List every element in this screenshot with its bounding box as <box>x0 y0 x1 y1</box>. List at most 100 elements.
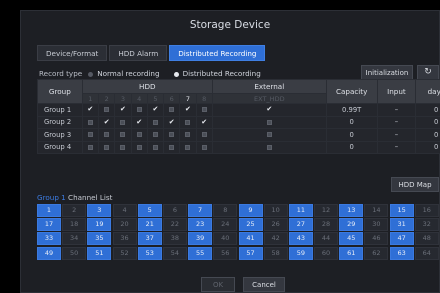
check-icon[interactable]: ✔ <box>185 106 191 113</box>
checkbox[interactable] <box>87 132 93 138</box>
channel-cell[interactable]: 8 <box>213 204 238 217</box>
channel-cell[interactable]: 20 <box>112 218 137 232</box>
channel-cell[interactable]: 51 <box>87 246 112 260</box>
hdd-cell[interactable] <box>114 128 132 142</box>
hdd-cell[interactable] <box>81 140 100 154</box>
channel-cell[interactable]: 43 <box>288 232 313 246</box>
hdd-cell[interactable] <box>179 128 197 142</box>
hdd-cell[interactable]: ✔ <box>146 103 165 117</box>
channel-cell[interactable]: 27 <box>288 218 313 232</box>
channel-cell[interactable]: 10 <box>263 204 288 217</box>
tab-distributed-recording[interactable]: Distributed Recording <box>169 45 266 61</box>
channel-cell[interactable]: 32 <box>414 218 439 232</box>
checkbox[interactable] <box>266 132 272 138</box>
checkbox[interactable] <box>104 107 110 113</box>
channel-cell[interactable]: 15 <box>389 204 414 217</box>
channel-cell[interactable]: 23 <box>188 218 213 232</box>
hdd-cell[interactable]: ✔ <box>81 103 100 117</box>
checkbox[interactable] <box>201 107 207 113</box>
external-cell[interactable] <box>211 128 327 142</box>
checkbox[interactable] <box>201 144 207 150</box>
channel-cell[interactable]: 58 <box>263 246 288 260</box>
channel-cell[interactable]: 46 <box>364 232 389 246</box>
checkbox[interactable] <box>185 119 191 125</box>
checkbox[interactable] <box>266 144 272 150</box>
hdd-cell[interactable]: ✔ <box>195 115 213 129</box>
hdd-cell[interactable] <box>114 115 132 129</box>
hdd-cell[interactable] <box>195 128 213 142</box>
channel-cell[interactable]: 30 <box>364 218 389 232</box>
hdd-cell[interactable]: ✔ <box>179 103 197 117</box>
channel-cell[interactable]: 41 <box>238 232 263 246</box>
channel-cell[interactable]: 19 <box>87 218 112 232</box>
channel-cell[interactable]: 14 <box>364 204 389 217</box>
channel-cell[interactable]: 54 <box>162 246 187 260</box>
hdd-cell[interactable] <box>146 140 165 154</box>
refresh-button[interactable]: ↻ <box>417 65 439 80</box>
hdd-cell[interactable] <box>97 103 116 117</box>
channel-cell[interactable]: 64 <box>414 246 439 260</box>
hdd-cell[interactable] <box>163 103 181 117</box>
channel-cell[interactable]: 26 <box>263 218 288 232</box>
hdd-cell[interactable] <box>81 128 100 142</box>
checkbox[interactable] <box>169 144 175 150</box>
external-cell[interactable]: ✔ <box>211 103 327 117</box>
channel-cell[interactable]: 60 <box>314 246 339 260</box>
check-icon[interactable]: ✔ <box>266 106 272 113</box>
checkbox[interactable] <box>185 144 191 150</box>
channel-cell[interactable]: 34 <box>62 232 87 246</box>
hdd-cell[interactable] <box>179 140 197 154</box>
hdd-cell[interactable] <box>130 103 148 117</box>
hdd-cell[interactable] <box>81 115 100 129</box>
checkbox[interactable] <box>87 144 93 150</box>
hdd-cell[interactable] <box>97 128 116 142</box>
channel-cell[interactable]: 2 <box>62 204 87 217</box>
channel-cell[interactable]: 47 <box>389 232 414 246</box>
hdd-cell[interactable]: ✔ <box>130 115 148 129</box>
tab-device-format[interactable]: Device/Format <box>37 45 108 61</box>
channel-cell[interactable]: 63 <box>389 246 414 260</box>
channel-cell[interactable]: 24 <box>213 218 238 232</box>
checkbox[interactable] <box>104 144 110 150</box>
channel-cell[interactable]: 48 <box>414 232 439 246</box>
channel-cell[interactable]: 56 <box>213 246 238 260</box>
channel-cell[interactable]: 37 <box>137 232 162 246</box>
hdd-cell[interactable]: ✔ <box>97 115 116 129</box>
checkbox[interactable] <box>185 132 191 138</box>
channel-cell[interactable]: 29 <box>339 218 364 232</box>
tab-hdd-alarm[interactable]: HDD Alarm <box>109 45 168 61</box>
channel-cell[interactable]: 3 <box>87 204 112 217</box>
channel-cell[interactable]: 55 <box>188 246 213 260</box>
checkbox[interactable] <box>152 132 158 138</box>
hdd-cell[interactable] <box>195 103 213 117</box>
channel-cell[interactable]: 38 <box>162 232 187 246</box>
channel-cell[interactable]: 45 <box>339 232 364 246</box>
channel-cell[interactable]: 57 <box>238 246 263 260</box>
hdd-cell[interactable] <box>163 128 181 142</box>
channel-cell[interactable]: 35 <box>87 232 112 246</box>
check-icon[interactable]: ✔ <box>201 118 207 126</box>
channel-cell[interactable]: 11 <box>288 204 313 217</box>
channel-cell[interactable]: 18 <box>62 218 87 232</box>
channel-cell[interactable]: 25 <box>238 218 263 232</box>
checkbox[interactable] <box>120 119 126 125</box>
checkbox[interactable] <box>87 119 93 125</box>
check-icon[interactable]: ✔ <box>120 106 126 113</box>
checkbox[interactable] <box>136 144 142 150</box>
hdd-cell[interactable] <box>130 128 148 142</box>
normal-recording-radio[interactable] <box>88 71 94 77</box>
channel-cell[interactable]: 39 <box>188 232 213 246</box>
checkbox[interactable] <box>169 107 175 113</box>
checkbox[interactable] <box>152 119 158 125</box>
hdd-map-button[interactable]: HDD Map <box>391 177 439 192</box>
cancel-button[interactable]: Cancel <box>243 277 285 292</box>
channel-cell[interactable]: 9 <box>238 204 263 217</box>
channel-cell[interactable]: 22 <box>162 218 187 232</box>
channel-cell[interactable]: 21 <box>137 218 162 232</box>
hdd-cell[interactable] <box>114 140 132 154</box>
channel-cell[interactable]: 36 <box>112 232 137 246</box>
check-icon[interactable]: ✔ <box>104 118 110 126</box>
checkbox[interactable] <box>120 144 126 150</box>
channel-cell[interactable]: 52 <box>112 246 137 260</box>
channel-cell[interactable]: 5 <box>137 204 162 217</box>
